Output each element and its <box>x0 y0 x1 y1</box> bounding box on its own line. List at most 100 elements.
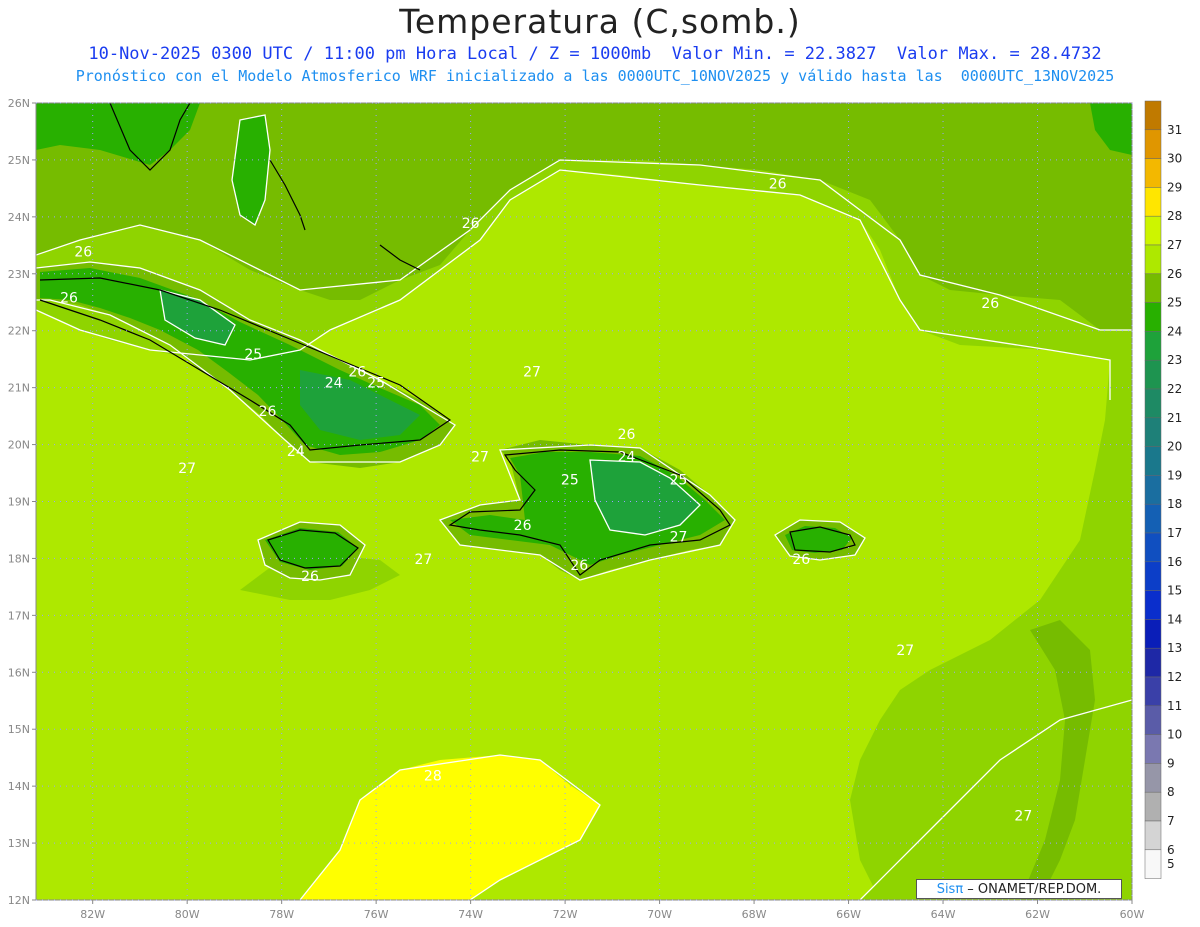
lat-label: 12N <box>8 894 30 907</box>
colorbar-swatch <box>1144 763 1162 793</box>
colorbar-label: 23 <box>1167 353 1182 367</box>
colorbar-label: 16 <box>1167 555 1182 569</box>
lat-label: 24N <box>8 211 30 224</box>
colorbar-swatch <box>1144 388 1162 419</box>
colorbar-label: 14 <box>1167 612 1182 626</box>
colorbar-swatch <box>1144 647 1162 678</box>
colorbar-label: 6 <box>1167 843 1175 857</box>
lon-label: 72W <box>553 908 578 921</box>
colorbar-swatch <box>1144 100 1162 131</box>
colorbar-swatch <box>1144 331 1162 361</box>
contour-label: 26 <box>769 176 787 192</box>
lat-label: 15N <box>8 723 30 736</box>
contour-label: 25 <box>670 472 688 488</box>
lon-label: 64W <box>931 908 956 921</box>
contour-label: 26 <box>618 427 636 443</box>
colorbar-label: 9 <box>1167 756 1175 770</box>
contour-label: 27 <box>1014 808 1032 824</box>
lon-label: 74W <box>458 908 483 921</box>
lon-label: 82W <box>80 908 105 921</box>
lon-label: 78W <box>269 908 294 921</box>
contour-label: 27 <box>670 529 688 545</box>
colorbar-label: 22 <box>1167 382 1182 396</box>
colorbar-label: 8 <box>1167 785 1175 799</box>
lat-label: 23N <box>8 268 30 281</box>
contour-label: 26 <box>348 364 366 380</box>
contour-label: 27 <box>523 364 541 380</box>
colorbar-label: 13 <box>1167 641 1182 655</box>
contour-label: 27 <box>414 552 432 568</box>
contour-label: 26 <box>301 569 319 585</box>
lon-label: 62W <box>1025 908 1050 921</box>
lat-label: 17N <box>8 609 30 622</box>
colorbar-label: 31 <box>1167 123 1182 137</box>
lat-label: 13N <box>8 837 30 850</box>
colorbar-swatch <box>1144 244 1162 275</box>
lat-label: 20N <box>8 439 30 452</box>
colorbar-swatch <box>1144 129 1162 159</box>
contour-label: 26 <box>259 404 277 420</box>
colorbar-swatch <box>1144 417 1162 447</box>
contour-label: 27 <box>896 643 914 659</box>
contour-label: 28 <box>424 768 442 784</box>
contour-label: 24 <box>287 444 305 460</box>
colorbar: 31 30 29 28 27 26 25 24 23 22 21 20 19 18 17 16 15 14 13 12… <box>1144 100 1182 879</box>
colorbar-label: 10 <box>1167 728 1182 742</box>
colorbar-swatch <box>1144 532 1162 563</box>
colorbar-swatch <box>1144 619 1162 649</box>
colorbar-label: 15 <box>1167 584 1182 598</box>
colorbar-swatch <box>1144 302 1162 332</box>
contour-label: 26 <box>462 216 480 232</box>
lat-label: 26N <box>8 97 30 110</box>
colorbar-swatch <box>1144 158 1162 188</box>
colorbar-swatch <box>1144 215 1162 246</box>
contour-label: 27 <box>178 461 196 477</box>
colorbar-swatch <box>1144 676 1162 707</box>
colorbar-label: 7 <box>1167 814 1175 828</box>
colorbar-swatch <box>1144 590 1162 620</box>
colorbar-swatch <box>1144 849 1162 879</box>
colorbar-swatch <box>1144 561 1162 591</box>
lat-label: 18N <box>8 552 30 565</box>
contour-label: 25 <box>244 347 262 363</box>
colorbar-label: 29 <box>1167 180 1182 194</box>
lon-label: 80W <box>175 908 200 921</box>
colorbar-label: 12 <box>1167 670 1182 684</box>
contour-label: 26 <box>981 296 999 312</box>
credit-box: Sisπ – ONAMET/REP.DOM. <box>916 879 1122 899</box>
colorbar-label: 24 <box>1167 324 1182 338</box>
longitude-labels: 82W 80W 78W 76W 74W 72W 70W 68W 66W 64W 62W 60W <box>80 908 1144 921</box>
colorbar-label: 30 <box>1167 152 1182 166</box>
lat-label: 14N <box>8 780 30 793</box>
colorbar-label: 17 <box>1167 526 1182 540</box>
colorbar-swatch <box>1144 273 1162 303</box>
credit-text: – ONAMET/REP.DOM. <box>963 882 1102 897</box>
colorbar-swatch <box>1144 359 1162 390</box>
map-field <box>36 103 1132 900</box>
colorbar-swatch <box>1144 820 1162 851</box>
colorbar-label: 5 <box>1167 857 1175 871</box>
lon-label: 76W <box>364 908 389 921</box>
temperature-map: 26N 25N 24N 23N 22N 21N 20N 19N 18N 17N 16N 15N 14N 1… <box>8 97 1183 921</box>
contour-label: 26 <box>514 518 532 534</box>
colorbar-label: 25 <box>1167 296 1182 310</box>
colorbar-label: 20 <box>1167 440 1182 454</box>
colorbar-label: 18 <box>1167 497 1182 511</box>
colorbar-label: 28 <box>1167 209 1182 223</box>
lat-label: 22N <box>8 325 30 338</box>
colorbar-swatch <box>1144 791 1162 822</box>
colorbar-label: 11 <box>1167 699 1182 713</box>
colorbar-swatch <box>1144 503 1162 534</box>
lat-label: 19N <box>8 496 30 509</box>
colorbar-swatch <box>1144 705 1162 735</box>
credit-brand: Sisπ <box>936 882 964 897</box>
contour-label: 25 <box>561 472 579 488</box>
colorbar-label: 21 <box>1167 411 1182 425</box>
lat-label: 25N <box>8 154 30 167</box>
colorbar-label: 26 <box>1167 267 1182 281</box>
lon-label: 70W <box>647 908 672 921</box>
contour-label: 27 <box>471 450 489 466</box>
colorbar-swatch <box>1144 446 1162 476</box>
colorbar-swatch <box>1144 187 1162 217</box>
contour-label: 26 <box>74 245 92 261</box>
